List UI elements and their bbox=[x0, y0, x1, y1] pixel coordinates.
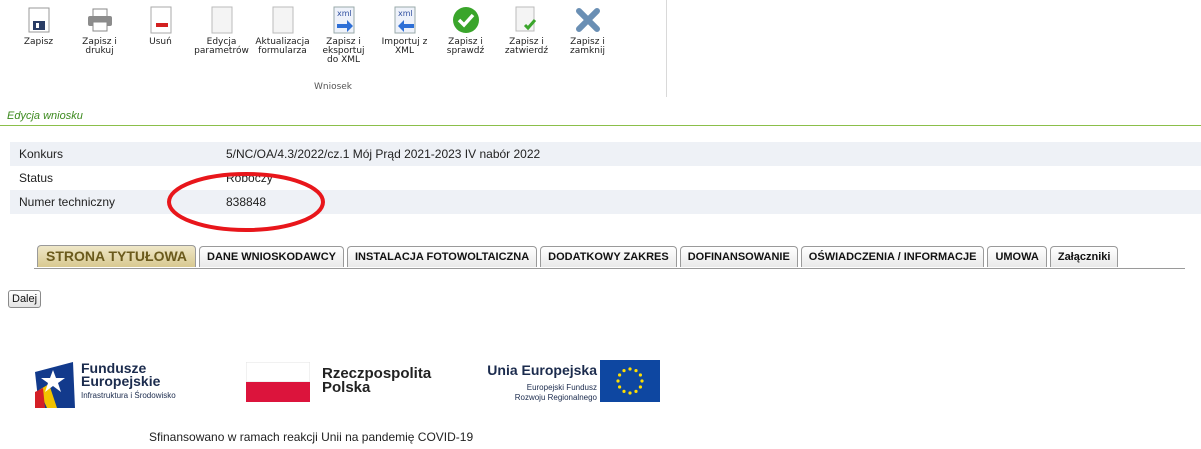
konkurs-label: Konkurs bbox=[19, 147, 64, 161]
save-print-label: Zapisz i drukuj bbox=[82, 37, 117, 56]
save-check-label: Zapisz i sprawdź bbox=[446, 37, 485, 56]
ue-line3: Rozwoju Regionalnego bbox=[514, 393, 597, 402]
export-xml-label: Zapisz i eksportuj do XML bbox=[322, 37, 365, 65]
save-close-button[interactable]: Zapisz i zamknij bbox=[557, 4, 618, 65]
update-form-label: Aktualizacja formularza bbox=[255, 37, 310, 56]
export-xml-button[interactable]: xml Zapisz i eksportuj do XML bbox=[313, 4, 374, 65]
ue-line1: Unia Europejska bbox=[487, 362, 597, 378]
section-title: Edycja wniosku bbox=[7, 110, 83, 122]
fe-line2: Europejskie bbox=[81, 373, 161, 389]
svg-text:xml: xml bbox=[398, 9, 413, 18]
save-approve-label: Zapisz i zatwierdź bbox=[504, 37, 549, 56]
save-button[interactable]: Zapisz bbox=[8, 4, 69, 65]
red-annotation-ellipse bbox=[167, 172, 325, 232]
edit-parameters-label: Edycja parametrów bbox=[194, 37, 249, 56]
printer-icon bbox=[84, 4, 116, 36]
import-xml-label: Importuj z XML bbox=[381, 37, 428, 56]
tab-bar: STRONA TYTUŁOWA DANE WNIOSKODAWCY INSTAL… bbox=[37, 245, 1121, 268]
ribbon-group-label: Wniosek bbox=[313, 82, 353, 92]
tab-dane-wnioskodawcy[interactable]: DANE WNIOSKODAWCY bbox=[199, 246, 344, 267]
funding-footer: Sfinansowano w ramach reakcji Unii na pa… bbox=[149, 430, 474, 444]
eu-flag-icon bbox=[600, 360, 660, 402]
delete-button[interactable]: Usuń bbox=[130, 4, 191, 65]
approve-document-icon bbox=[511, 4, 543, 36]
tab-oswiadczenia[interactable]: OŚWIADCZENIA / INFORMACJE bbox=[800, 246, 985, 267]
check-icon bbox=[450, 4, 482, 36]
tabs-divider bbox=[34, 268, 1185, 269]
info-row-konkurs: Konkurs 5/NC/OA/4.3/2022/cz.1 Mój Prąd 2… bbox=[10, 142, 1201, 166]
tab-dodatkowy-zakres[interactable]: DODATKOWY ZAKRES bbox=[540, 246, 677, 267]
import-xml-button[interactable]: xml Importuj z XML bbox=[374, 4, 435, 65]
polish-flag-icon bbox=[246, 362, 310, 402]
save-label: Zapisz bbox=[23, 37, 54, 47]
xml-import-icon: xml bbox=[389, 4, 421, 36]
ribbon-toolbar: Zapisz Zapisz i drukuj Usuń Edycja param… bbox=[0, 0, 667, 97]
fe-line3: Infrastruktura i Środowisko bbox=[81, 391, 176, 400]
rp-line2: Polska bbox=[322, 379, 371, 396]
save-close-label: Zapisz i zamknij bbox=[570, 37, 605, 56]
tab-instalacja-fotowoltaiczna[interactable]: INSTALACJA FOTOWOLTAICZNA bbox=[346, 246, 538, 267]
save-check-button[interactable]: Zapisz i sprawdź bbox=[435, 4, 496, 65]
close-icon bbox=[572, 4, 604, 36]
update-document-icon bbox=[267, 4, 299, 36]
konkurs-value: 5/NC/OA/4.3/2022/cz.1 Mój Prąd 2021-2023… bbox=[226, 147, 541, 161]
svg-text:xml: xml bbox=[337, 9, 352, 18]
save-approve-button[interactable]: Zapisz i zatwierdź bbox=[496, 4, 557, 65]
tab-umowa[interactable]: UMOWA bbox=[987, 246, 1047, 267]
section-divider bbox=[0, 125, 1201, 126]
update-form-button[interactable]: Aktualizacja formularza bbox=[252, 4, 313, 65]
ue-line2: Europejski Fundusz bbox=[526, 383, 597, 392]
next-button[interactable]: Dalej bbox=[8, 290, 42, 308]
tab-strona-tytulowa[interactable]: STRONA TYTUŁOWA bbox=[37, 245, 197, 267]
tab-dofinansowanie[interactable]: DOFINANSOWANIE bbox=[679, 246, 798, 267]
delete-label: Usuń bbox=[149, 37, 172, 47]
delete-document-icon bbox=[145, 4, 177, 36]
edit-document-icon bbox=[206, 4, 238, 36]
save-print-button[interactable]: Zapisz i drukuj bbox=[69, 4, 130, 65]
toolbar-items: Zapisz Zapisz i drukuj Usuń Edycja param… bbox=[8, 4, 618, 65]
edit-parameters-button[interactable]: Edycja parametrów bbox=[191, 4, 252, 65]
tab-zalaczniki[interactable]: Załączniki bbox=[1049, 246, 1119, 267]
xml-export-icon: xml bbox=[328, 4, 360, 36]
fe-star-icon bbox=[35, 362, 75, 408]
save-icon bbox=[23, 4, 55, 36]
